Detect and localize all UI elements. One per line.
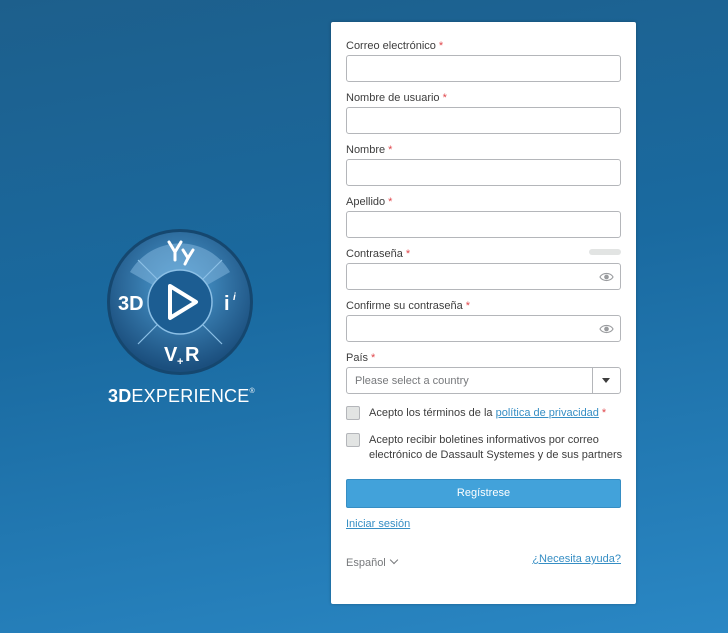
firstname-input[interactable] (346, 159, 621, 186)
country-label: País * (346, 352, 376, 364)
firstname-field-group: Nombre * (346, 143, 621, 186)
lastname-label: Apellido * (346, 196, 393, 208)
username-input[interactable] (346, 107, 621, 134)
svg-text:3D: 3D (118, 293, 144, 315)
lastname-field-group: Apellido * (346, 195, 621, 238)
svg-text:i: i (224, 293, 230, 315)
country-select[interactable]: Please select a country (346, 367, 621, 394)
terms-text: Acepto los términos de la política de pr… (369, 407, 607, 419)
confirm-password-label: Confirme su contraseña * (346, 300, 471, 312)
email-input[interactable] (346, 55, 621, 82)
registration-card: Correo electrónico * Nombre de usuario * N… (331, 22, 636, 604)
newsletter-checkbox[interactable] (346, 433, 360, 447)
username-field-group: Nombre de usuario * (346, 91, 621, 134)
svg-text:+: + (177, 356, 183, 368)
brand-suffix: EXPERIENCE (131, 386, 250, 406)
eye-icon[interactable] (599, 270, 614, 284)
help-link[interactable]: ¿Necesita ayuda? (532, 553, 621, 565)
3dexperience-logo: 3D i i V + R 3DEXPERIENCE® (106, 228, 256, 408)
password-strength-meter (589, 249, 621, 255)
login-link[interactable]: Iniciar sesión (346, 518, 410, 530)
compass-logo-icon: 3D i i V + R (107, 229, 253, 375)
required-mark: * (601, 407, 607, 419)
lastname-input[interactable] (346, 211, 621, 238)
country-placeholder: Please select a country (355, 375, 469, 387)
required-mark: * (405, 248, 411, 260)
country-field-group: País * Please select a country (346, 351, 621, 394)
chevron-down-icon (389, 555, 399, 565)
firstname-label: Nombre * (346, 144, 393, 156)
terms-checkbox-row: Acepto los términos de la política de pr… (346, 406, 626, 422)
required-mark: * (442, 92, 447, 104)
confirm-password-input[interactable] (346, 315, 621, 342)
country-dropdown-button[interactable] (592, 367, 620, 394)
language-label: Español (346, 557, 386, 569)
required-mark: * (388, 196, 393, 208)
required-mark: * (438, 40, 444, 52)
language-selector[interactable]: Español (346, 555, 399, 569)
terms-checkbox[interactable] (346, 406, 360, 420)
email-label: Correo electrónico * (346, 40, 444, 52)
password-input[interactable] (346, 263, 621, 290)
username-label: Nombre de usuario * (346, 92, 447, 104)
newsletter-text: Acepto recibir boletines informativos po… (369, 434, 623, 461)
password-field-group: Contraseña * (346, 247, 621, 290)
brand-prefix: 3D (108, 386, 132, 406)
required-mark: * (388, 144, 393, 156)
svg-text:V: V (164, 344, 178, 366)
brand-wordmark: 3DEXPERIENCE® (108, 386, 258, 407)
required-mark: * (465, 300, 471, 312)
svg-text:i: i (233, 292, 236, 303)
svg-text:R: R (185, 344, 200, 366)
privacy-policy-link[interactable]: política de privacidad (496, 407, 599, 419)
caret-down-icon (602, 378, 610, 383)
register-button[interactable]: Regístrese (346, 479, 621, 508)
email-field-group: Correo electrónico * (346, 39, 621, 82)
eye-icon[interactable] (599, 322, 614, 336)
newsletter-checkbox-row: Acepto recibir boletines informativos po… (346, 433, 626, 465)
password-label: Contraseña * (346, 247, 621, 261)
registered-mark: ® (249, 388, 255, 395)
confirm-password-field-group: Confirme su contraseña * (346, 299, 621, 342)
required-mark: * (371, 352, 376, 364)
